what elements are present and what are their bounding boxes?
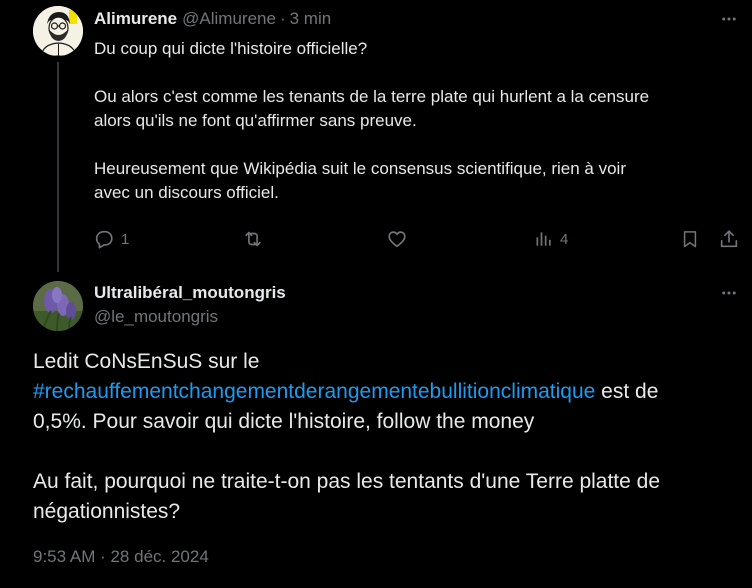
hashtag-link[interactable]: #rechauffementchangementderangementebull… <box>33 380 595 403</box>
tweet-line: Heureusement que Wikipédia suit le conse… <box>94 159 626 178</box>
author-handle[interactable]: @le_moutongris <box>94 307 218 327</box>
tweet1-action-bar: 1 4 <box>0 226 752 252</box>
tweet-line: avec un discours officiel. <box>94 183 279 202</box>
more-icon <box>722 291 736 295</box>
more-options-button[interactable] <box>718 9 740 29</box>
author-handle[interactable]: @Alimurene <box>182 9 276 29</box>
tweet-alimurene: Alimurene @Alimurene · 3 min Du coup qui… <box>0 0 752 272</box>
avatar-ultraliberal[interactable] <box>33 281 83 331</box>
views-button[interactable]: 4 <box>534 226 568 252</box>
tweet-line: Ou alors c'est comme les tenants de la t… <box>94 87 650 106</box>
reply-count: 1 <box>121 230 130 248</box>
share-icon <box>720 230 738 248</box>
tweet2-text: Ledit CoNsEnSuS sur le #rechauffementcha… <box>33 347 733 527</box>
tweet-line: Du coup qui dicte l'histoire officielle? <box>94 39 368 58</box>
tweet1-header: Alimurene @Alimurene · 3 min <box>94 9 331 29</box>
more-icon <box>722 17 736 21</box>
like-icon <box>388 231 406 248</box>
reply-button[interactable]: 1 <box>93 226 129 252</box>
avatar-alimurene[interactable] <box>33 6 83 56</box>
tweet-line: 0,5%. Pour savoir qui dicte l'histoire, … <box>33 410 535 433</box>
author-name[interactable]: Alimurene <box>94 9 177 29</box>
reply-icon <box>95 230 113 249</box>
tweet-line-suffix: est de <box>595 380 659 403</box>
tweet-ultraliberal: Ultralibéral_moutongris @le_moutongris L… <box>0 265 752 588</box>
more-options-button[interactable] <box>718 283 740 303</box>
tweet-timestamp[interactable]: 9:53 AM · 28 déc. 2024 <box>33 547 209 567</box>
tweet-line: alors qu'ils ne font qu'affirmer sans pr… <box>94 111 417 130</box>
tweet-line: Ledit CoNsEnSuS sur le <box>33 350 260 373</box>
bookmark-button[interactable] <box>680 226 700 252</box>
tweet-line: Au fait, pourquoi ne traite-t-on pas les… <box>33 470 661 493</box>
author-name[interactable]: Ultralibéral_moutongris <box>94 283 286 303</box>
like-button[interactable] <box>386 226 408 252</box>
tweet1-text: Du coup qui dicte l'histoire officielle?… <box>94 37 734 205</box>
tweet-line: #rechauffementchangementderangementebull… <box>33 377 733 407</box>
retweet-icon <box>245 231 261 247</box>
tweet-line: négationnistes? <box>33 500 181 523</box>
views-icon <box>536 232 551 246</box>
separator-dot: · <box>279 9 286 28</box>
retweet-button[interactable] <box>242 226 264 252</box>
tweet-time[interactable]: 3 min <box>290 9 332 29</box>
bookmark-icon <box>683 231 697 248</box>
views-count: 4 <box>560 230 569 248</box>
share-button[interactable] <box>718 226 740 252</box>
